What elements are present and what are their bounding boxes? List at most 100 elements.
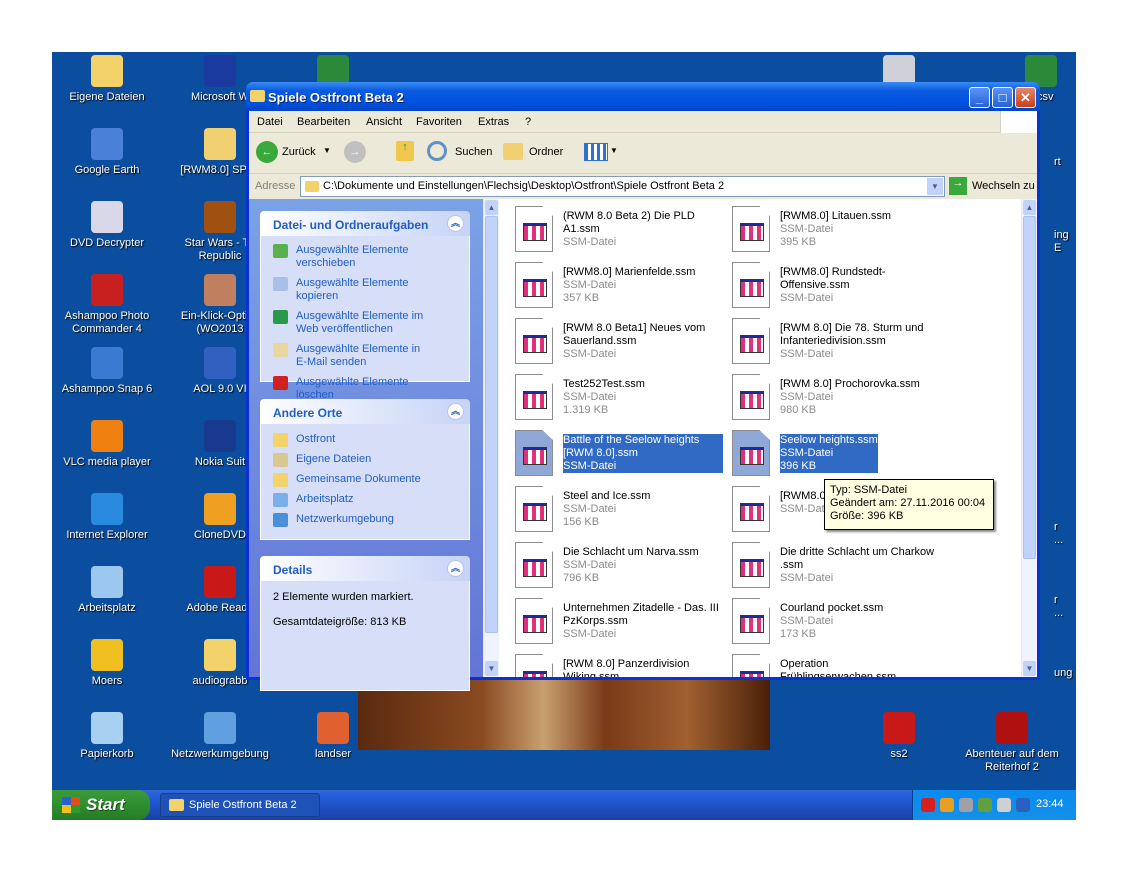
desktop-icon-label[interactable]: r	[1054, 521, 1076, 534]
desktop-icon[interactable]: Arbeitsplatz	[52, 566, 162, 615]
desktop-icon[interactable]: Ashampoo Snap 6	[52, 347, 162, 396]
clock[interactable]: 23:44	[1036, 798, 1064, 810]
collapse-icon[interactable]: ︽	[447, 215, 464, 232]
file-item[interactable]: Die dritte Schlacht um Charkow .ssm SSM-D…	[732, 540, 942, 592]
file-item[interactable]: Steel and Ice.ssm SSM-Datei 156 KB	[515, 484, 725, 536]
menu-favoriten[interactable]: Favoriten	[416, 116, 462, 128]
desktop-icon-label[interactable]: rt	[1054, 156, 1076, 169]
internet-explorer-icon	[91, 493, 123, 525]
desktop-icon[interactable]: ss2	[844, 712, 954, 761]
mouse-icon[interactable]	[959, 798, 973, 812]
tasks-link[interactable]: Ausgewählte Elemente kopieren	[273, 277, 433, 303]
file-item[interactable]: [RWM 8.0] Prochorovka.ssm SSM-Datei 980 KB	[732, 372, 942, 424]
search-button[interactable]: Suchen	[455, 146, 492, 158]
file-item[interactable]: Unternehmen Zitadelle - Das. III PzKorps…	[515, 596, 725, 648]
start-button[interactable]: Start	[52, 790, 150, 820]
file-item[interactable]: Test252Test.ssm SSM-Datei 1.319 KB	[515, 372, 725, 424]
address-dropdown-icon[interactable]: ▼	[927, 178, 943, 195]
desktop-icon-label[interactable]: ing	[1054, 229, 1076, 242]
folders-icon[interactable]	[503, 143, 523, 160]
desktop-icon[interactable]: Papierkorb	[52, 712, 162, 761]
desktop-icon[interactable]: DVD Decrypter	[52, 201, 162, 250]
file-item[interactable]: Courland pocket.ssm SSM-Datei 173 KB	[732, 596, 942, 648]
scroll-down-icon[interactable]: ▼	[1023, 661, 1036, 676]
title-bar[interactable]: Spiele Ostfront Beta 2	[246, 82, 1040, 111]
tasks-link[interactable]: Ausgewählte Elemente im Web veröffentlic…	[273, 310, 433, 336]
file-list-scrollbar[interactable]: ▲ ▼	[1021, 199, 1037, 677]
tasks-header[interactable]: Datei- und Ordneraufgaben ︽	[260, 211, 470, 236]
avira-icon[interactable]	[921, 798, 935, 812]
places-header[interactable]: Andere Orte ︽	[260, 399, 470, 424]
snap-icon[interactable]	[1016, 798, 1030, 812]
menu-datei[interactable]: Datei	[257, 116, 283, 128]
taskbar-button-explorer[interactable]: Spiele Ostfront Beta 2	[160, 793, 320, 817]
file-item[interactable]: (RWM 8.0 Beta 2) Die PLD A1.ssm SSM-Datei	[515, 204, 725, 256]
file-item[interactable]: [RWM 8.0 Beta1] Neues vom Sauerland.ssm S…	[515, 316, 725, 368]
file-item[interactable]: Operation Frühlingserwachen.ssm	[732, 652, 942, 677]
scroll-thumb[interactable]	[1023, 216, 1036, 559]
scroll-down-icon[interactable]: ▼	[485, 661, 498, 676]
file-item[interactable]: Seelow heights.ssm SSM-Datei 396 KB	[732, 428, 942, 480]
desktop-icon-label[interactable]: ...	[1054, 607, 1076, 620]
places-link[interactable]: Netzwerkumgebung	[273, 513, 469, 527]
file-item[interactable]: [RWM8.0] Litauen.ssm SSM-Datei 395 KB	[732, 204, 942, 256]
back-arrow-icon[interactable]: ←	[256, 141, 278, 163]
scroll-up-icon[interactable]: ▲	[1023, 200, 1036, 215]
go-button[interactable]: Wechseln zu	[972, 180, 1035, 192]
places-link[interactable]: Gemeinsame Dokumente	[273, 473, 469, 487]
back-button[interactable]: Zurück	[282, 146, 316, 158]
file-item[interactable]: [RWM8.0] Rundstedt-Offensive.ssm SSM-Date…	[732, 260, 942, 312]
file-item[interactable]: Die Schlacht um Narva.ssm SSM-Datei 796 KB	[515, 540, 725, 592]
file-item[interactable]: [RWM 8.0] Panzerdivision Wiking.ssm	[515, 652, 725, 677]
volume-icon[interactable]	[940, 798, 954, 812]
views-dropdown-icon[interactable]: ▼	[610, 146, 618, 155]
address-input[interactable]: C:\Dokumente und Einstellungen\Flechsig\…	[300, 176, 945, 197]
desktop-icon[interactable]: landser	[278, 712, 388, 761]
minimize-button[interactable]: _	[969, 87, 990, 108]
file-item[interactable]: [RWM 8.0] Die 78. Sturm und Infanteriedi…	[732, 316, 942, 368]
desktop-icon[interactable]: Google Earth	[52, 128, 162, 177]
views-icon[interactable]	[584, 143, 608, 161]
folders-button[interactable]: Ordner	[529, 146, 563, 158]
menu-help[interactable]: ?	[525, 116, 531, 128]
collapse-icon[interactable]: ︽	[447, 403, 464, 420]
desktop-icon[interactable]: Abenteuer auf dem Reiterhof 2	[957, 712, 1067, 774]
desktop-icon[interactable]: Eigene Dateien	[52, 55, 162, 104]
up-folder-icon[interactable]: ↑	[396, 141, 414, 161]
task-pane-scrollbar[interactable]: ▲ ▼	[483, 199, 499, 677]
desktop-icon[interactable]: csv	[1025, 55, 1076, 104]
menu-ansicht[interactable]: Ansicht	[366, 116, 402, 128]
desktop-icon-label[interactable]: r	[1054, 594, 1076, 607]
places-link[interactable]: Ostfront	[273, 433, 469, 447]
file-item[interactable]: [RWM8.0] Marienfelde.ssm SSM-Datei 357 KB	[515, 260, 725, 312]
tasks-link[interactable]: Ausgewählte Elemente verschieben	[273, 244, 433, 270]
desktop-icon[interactable]: Moers	[52, 639, 162, 688]
file-item[interactable]: Battle of the Seelow heights [RWM 8.0].s…	[515, 428, 725, 480]
search-icon[interactable]	[427, 141, 447, 161]
menu-extras[interactable]: Extras	[478, 116, 509, 128]
collapse-icon[interactable]: ︽	[447, 560, 464, 577]
scroll-thumb[interactable]	[485, 216, 498, 633]
places-link[interactable]: Arbeitsplatz	[273, 493, 469, 507]
details-header[interactable]: Details ︽	[260, 556, 470, 581]
back-dropdown-icon[interactable]: ▼	[323, 146, 331, 155]
desktop-icon[interactable]: VLC media player	[52, 420, 162, 469]
desktop-icon[interactable]: Internet Explorer	[52, 493, 162, 542]
file-name: [RWM8.0] Marienfelde.ssm	[563, 266, 696, 278]
tasks-link[interactable]: Ausgewählte Elemente in E-Mail senden	[273, 343, 433, 369]
desktop-icon-label[interactable]: ung	[1054, 667, 1076, 680]
go-arrow-icon[interactable]: →	[949, 177, 967, 195]
usb-icon[interactable]	[978, 798, 992, 812]
menu-bearbeiten[interactable]: Bearbeiten	[297, 116, 350, 128]
maximize-button[interactable]: □	[992, 87, 1013, 108]
close-button[interactable]: ✕	[1015, 87, 1036, 108]
desktop-icon-label[interactable]: ...	[1054, 534, 1076, 547]
printer-icon[interactable]	[997, 798, 1011, 812]
scroll-up-icon[interactable]: ▲	[485, 200, 498, 215]
forward-arrow-icon[interactable]: →	[344, 141, 366, 163]
places-link[interactable]: Eigene Dateien	[273, 453, 469, 467]
desktop-icon[interactable]: Ashampoo Photo Commander 4	[52, 274, 162, 336]
file-name: [RWM8.0] Rundstedt-Offensive.ssm	[780, 266, 886, 291]
desktop-icon-label[interactable]: E	[1054, 242, 1076, 255]
desktop-icon[interactable]: Netzwerkumgebung	[165, 712, 275, 761]
